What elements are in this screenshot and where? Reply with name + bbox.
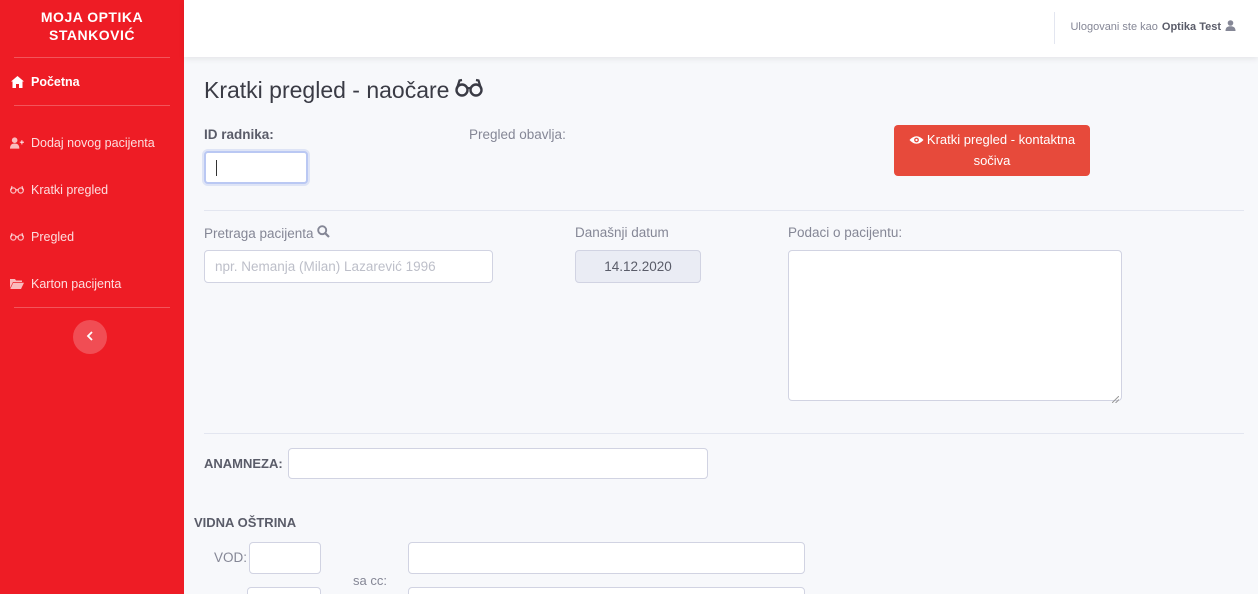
sidebar-toggle-button[interactable] <box>73 320 107 354</box>
sidebar-divider <box>14 307 170 308</box>
sidebar-item-label: Kratki pregled <box>31 182 109 197</box>
sidebar-item-pocetna[interactable]: Početna <box>0 58 184 105</box>
button-label: Kratki pregled - kontaktna sočiva <box>926 132 1076 168</box>
topbar-divider <box>1054 12 1055 44</box>
pregled-obavlja-label: Pregled obavlja: <box>469 127 566 142</box>
chevron-left-icon <box>86 328 94 346</box>
sa-cc-label: sa cc: <box>353 573 387 588</box>
vod-label: VOD: <box>214 550 248 565</box>
sidebar-item-pregled[interactable]: Pregled <box>0 213 184 260</box>
vod-input[interactable] <box>249 542 321 574</box>
sidebar-item-label: Karton pacijenta <box>31 276 122 291</box>
vos-cc-input[interactable] <box>408 587 805 594</box>
user-menu[interactable]: Ulogovani ste kao Optika Test <box>1070 20 1236 34</box>
sidebar-item-label: Dodaj novog pacijenta <box>31 135 155 150</box>
sidebar-item-karton-pacijenta[interactable]: Karton pacijenta <box>0 260 184 307</box>
brand-logo[interactable]: MOJA OPTIKA STANKOVIĆ <box>0 0 184 57</box>
vidna-ostrina-heading: VIDNA OŠTRINA <box>194 515 297 530</box>
brand-line-1: MOJA OPTIKA <box>40 9 144 25</box>
podaci-o-pacijentu-label: Podaci o pacijentu: <box>788 225 903 240</box>
section-divider <box>204 433 1244 434</box>
text-caret <box>216 159 217 176</box>
section-divider <box>204 210 1244 211</box>
danasnji-datum-label: Današnji datum <box>575 225 669 240</box>
main-content: Kratki pregled - naočare ID radnika: Pre… <box>184 57 1258 594</box>
user-icon <box>1225 20 1236 34</box>
patient-info-textarea[interactable] <box>788 250 1122 404</box>
resize-handle-icon[interactable] <box>1111 391 1120 404</box>
user-prefix: Ulogovani ste kao <box>1070 21 1158 33</box>
pretraga-label-text: Pretraga pacijenta <box>204 225 314 241</box>
topbar: Ulogovani ste kao Optika Test <box>184 0 1258 57</box>
vos-input[interactable] <box>247 587 321 594</box>
id-radnika-label: ID radnika: <box>204 127 274 142</box>
date-field: 14.12.2020 <box>575 250 701 283</box>
user-name: Optika Test <box>1161 21 1221 33</box>
anamneza-label: ANAMNEZA: <box>204 456 283 471</box>
sidebar-item-label: Početna <box>31 74 80 89</box>
id-radnika-input[interactable] <box>204 151 308 184</box>
glasses-icon <box>10 183 24 197</box>
page-title: Kratki pregled - naočare <box>204 77 484 104</box>
user-plus-icon <box>10 136 24 150</box>
search-placeholder: npr. Nemanja (Milan) Lazarević 1996 <box>215 259 436 274</box>
search-icon <box>316 225 330 241</box>
sidebar: MOJA OPTIKA STANKOVIĆ Početna Dodaj novo… <box>0 0 184 594</box>
eye-icon <box>909 131 924 151</box>
home-icon <box>10 75 24 89</box>
glasses-icon <box>455 77 484 104</box>
date-value: 14.12.2020 <box>604 259 672 274</box>
sidebar-item-label: Pregled <box>31 229 75 244</box>
sidebar-item-dodaj-pacijenta[interactable]: Dodaj novog pacijenta <box>0 119 184 166</box>
search-patient-input[interactable]: npr. Nemanja (Milan) Lazarević 1996 <box>204 250 493 283</box>
sidebar-item-kratki-pregled[interactable]: Kratki pregled <box>0 166 184 213</box>
anamneza-input[interactable] <box>288 448 708 479</box>
page-title-text: Kratki pregled - naočare <box>204 77 450 103</box>
folder-open-icon <box>10 277 24 291</box>
kratki-pregled-kontaktna-button[interactable]: Kratki pregled - kontaktna sočiva <box>894 125 1090 176</box>
pretraga-pacijenta-label: Pretraga pacijenta <box>204 225 330 241</box>
glasses-icon <box>10 230 24 244</box>
brand-line-2: STANKOVIĆ <box>49 27 135 43</box>
vod-cc-input[interactable] <box>408 542 805 574</box>
